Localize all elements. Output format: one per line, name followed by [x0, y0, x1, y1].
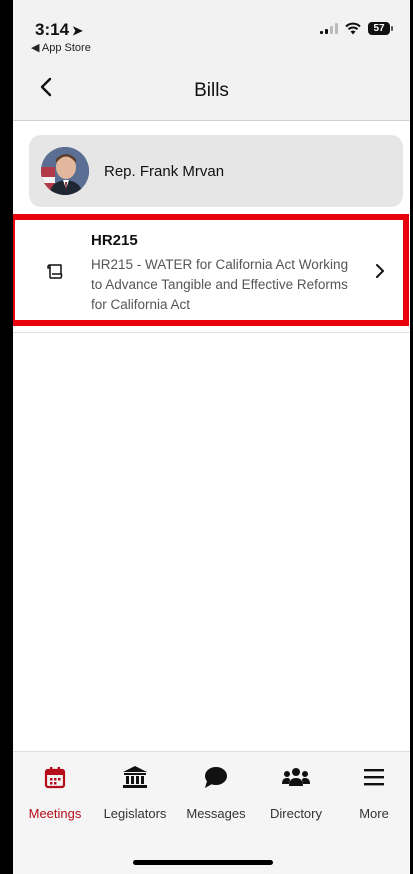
signal-icon — [320, 23, 338, 34]
menu-icon — [364, 769, 384, 786]
tab-more[interactable]: More — [347, 760, 401, 821]
highlight-box — [13, 214, 409, 326]
wifi-icon — [345, 22, 361, 35]
home-indicator[interactable] — [133, 860, 273, 865]
tab-more-label: More — [359, 806, 389, 821]
bottom-tab-bar: Meetings Legislators Messages Directory … — [13, 751, 410, 874]
tab-directory-label: Directory — [269, 806, 322, 821]
legislator-name: Rep. Frank Mrvan — [104, 162, 225, 180]
tab-meetings[interactable]: Meetings — [25, 760, 85, 821]
page-title: Bills — [194, 80, 229, 101]
legislator-card[interactable]: Rep. Frank Mrvan — [29, 135, 403, 207]
tab-legislators-label: Legislators — [103, 806, 167, 821]
battery-level: 57 — [373, 23, 385, 34]
phone-screen: 3:14 ➤ ◀ App Store 57 Bills Rep. Frank M… — [13, 0, 410, 874]
tab-legislators[interactable]: Legislators — [97, 760, 173, 821]
status-icons: 57 — [320, 22, 393, 35]
avatar — [41, 147, 89, 195]
time-text: 3:14 — [35, 20, 70, 39]
tab-messages[interactable]: Messages — [179, 760, 253, 821]
back-to-app-store[interactable]: ◀ App Store — [31, 41, 91, 54]
status-time: 3:14 ➤ — [35, 20, 83, 40]
people-icon — [282, 768, 310, 786]
top-bar: 3:14 ➤ ◀ App Store 57 Bills — [13, 0, 410, 121]
location-arrow-icon: ➤ — [72, 23, 83, 38]
chat-bubble-icon — [205, 767, 227, 788]
battery-icon: 57 — [368, 22, 393, 35]
tab-messages-label: Messages — [186, 806, 246, 821]
calendar-icon — [44, 767, 66, 789]
tab-directory[interactable]: Directory — [261, 760, 331, 821]
tab-meetings-label: Meetings — [28, 806, 82, 821]
portrait-image — [41, 147, 89, 195]
capitol-icon — [123, 766, 147, 788]
